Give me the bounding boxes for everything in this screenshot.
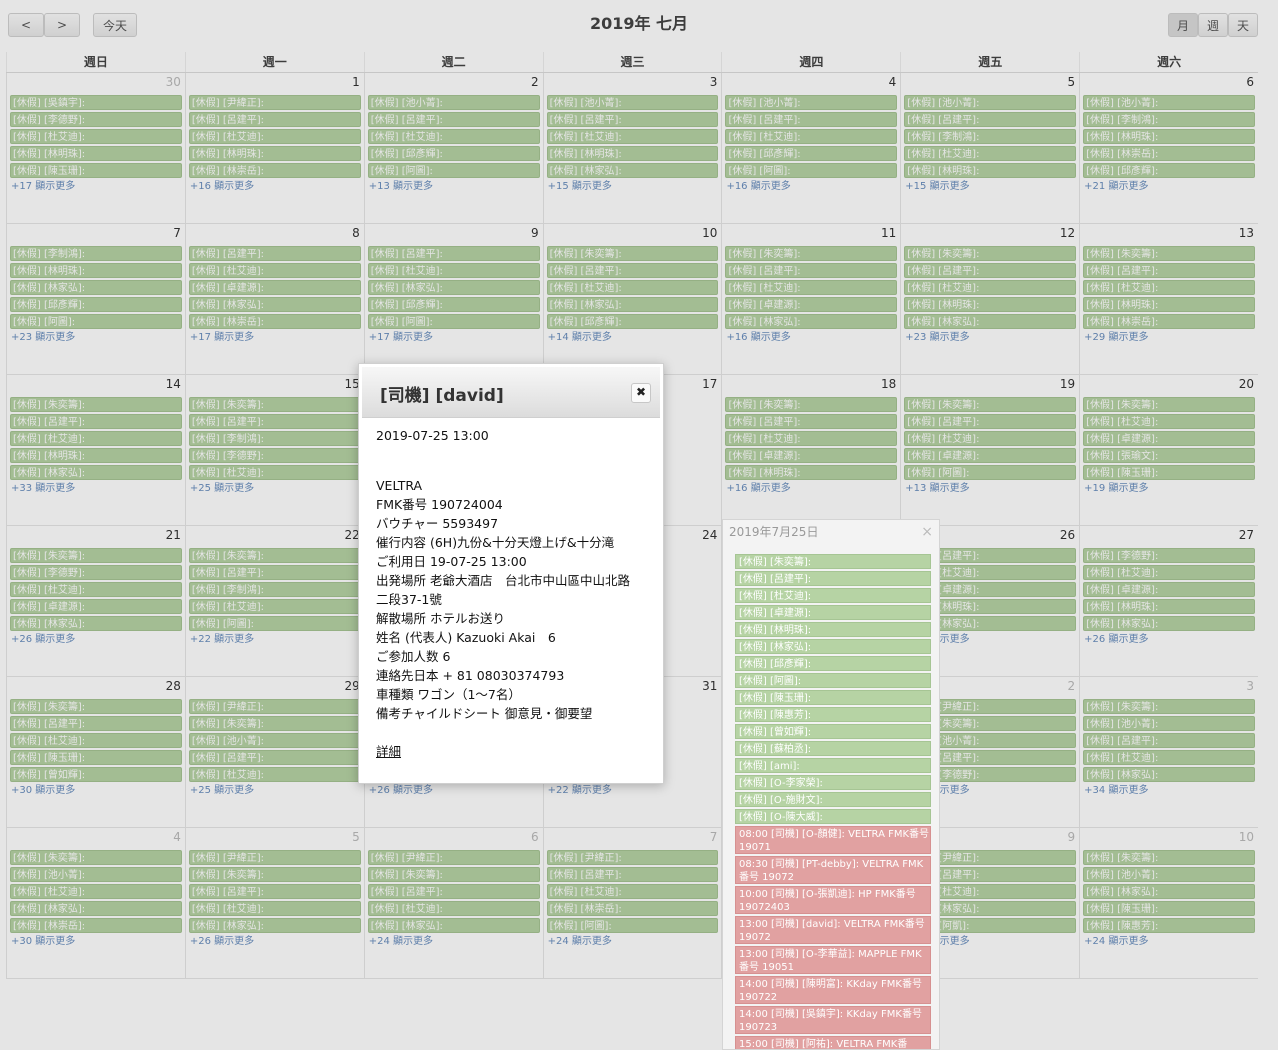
description-line: ご参加人数 6	[376, 649, 451, 664]
calendar-event[interactable]: [休假] [林明珠]:	[735, 622, 931, 637]
description-line: バウチャー 5593497	[376, 516, 499, 531]
calendar-event[interactable]: [休假] [O-陳大威]:	[735, 809, 931, 824]
calendar-event[interactable]: [休假] [ami]:	[735, 758, 931, 773]
modal-header: [司機] [david] ✖	[362, 367, 660, 418]
description-line: FMK番号 190724004	[376, 497, 503, 512]
modal-body: 2019-07-25 13:00 VELTRA FMK番号 190724004 バウ…	[376, 426, 653, 761]
popover-header: 2019年7月25日 ×	[723, 520, 939, 544]
popover-event-list: [休假] [朱奕籌]: [休假] [呂建平]: [休假] [杜艾迪]: [休假] [卓…	[735, 554, 931, 1049]
calendar-event[interactable]: [休假] [O-李家榮]:	[735, 775, 931, 790]
calendar-event[interactable]: [休假] [O-施財文]:	[735, 792, 931, 807]
driver-event[interactable]: 10:00 [司機] [O-張凱迪]: HP FMK番号 19072403	[735, 886, 931, 914]
event-detail-modal: [司機] [david] ✖ 2019-07-25 13:00 VELTRA FM…	[358, 363, 664, 784]
close-icon[interactable]: ×	[921, 520, 933, 544]
details-link[interactable]: 詳細	[376, 744, 401, 759]
calendar-event[interactable]: [休假] [曾如輝]:	[735, 724, 931, 739]
description-line: 出発場所 老爺大酒店 台北市中山區中山北路	[376, 573, 630, 588]
driver-event[interactable]: 15:00 [司機] [阿祐]: VELTRA FMK番	[735, 1036, 931, 1049]
description-line: 催行内容 (6H)九份&十分天燈上げ&十分滝	[376, 535, 615, 550]
calendar-event[interactable]: [休假] [邱彥輝]:	[735, 656, 931, 671]
description-line: 解散場所 ホテルお送り	[376, 611, 505, 626]
close-icon[interactable]: ✖	[631, 383, 651, 403]
calendar-event[interactable]: [休假] [呂建平]:	[735, 571, 931, 586]
calendar-event[interactable]: [休假] [蘇柏丞]:	[735, 741, 931, 756]
driver-event[interactable]: 13:00 [司機] [O-李華益]: MAPPLE FMK番号 19051	[735, 946, 931, 974]
driver-event[interactable]: 14:00 [司機] [吳鎮宇]: KKday FMK番号 190723	[735, 1006, 931, 1034]
modal-title: [司機] [david]	[380, 386, 504, 406]
description-line: 連絡先日本 + 81 08030374793	[376, 668, 565, 683]
calendar-event[interactable]: [休假] [陳玉珊]:	[735, 690, 931, 705]
driver-event[interactable]: 14:00 [司機] [陳明富]: KKday FMK番号 190722	[735, 976, 931, 1004]
driver-event[interactable]: 08:00 [司機] [O-顏健]: VELTRA FMK番号 19071	[735, 826, 931, 854]
popover-date: 2019年7月25日	[729, 525, 819, 539]
driver-event[interactable]: 13:00 [司機] [david]: VELTRA FMK番号 19072	[735, 916, 931, 944]
calendar-event[interactable]: [休假] [杜艾迪]:	[735, 588, 931, 603]
description-line: 二段37-1號	[376, 592, 442, 607]
calendar-event[interactable]: [休假] [朱奕籌]:	[735, 554, 931, 569]
description-line: VELTRA	[376, 478, 423, 493]
description-line: 車種類 ワゴン（1〜7名）	[376, 687, 521, 702]
calendar-event[interactable]: [休假] [卓建源]:	[735, 605, 931, 620]
calendar-event[interactable]: [休假] [林家弘]:	[735, 639, 931, 654]
description-line: ご利用日 19-07-25 13:00	[376, 554, 527, 569]
calendar-event[interactable]: [休假] [阿圖]:	[735, 673, 931, 688]
description-line: 姓名 (代表人) Kazuoki Akai 6	[376, 630, 556, 645]
event-datetime: 2019-07-25 13:00	[376, 428, 489, 443]
driver-event[interactable]: 08:30 [司機] [PT-debby]: VELTRA FMK番号 1907…	[735, 856, 931, 884]
event-description: VELTRA FMK番号 190724004 バウチャー 5593497 催行内容 (…	[376, 476, 653, 723]
day-events-popover: 2019年7月25日 × [休假] [朱奕籌]: [休假] [呂建平]: [休假] …	[722, 519, 940, 1050]
calendar-event[interactable]: [休假] [陳惠芳]:	[735, 707, 931, 722]
description-line: 備考チャイルドシート 御意見・御要望	[376, 706, 593, 721]
